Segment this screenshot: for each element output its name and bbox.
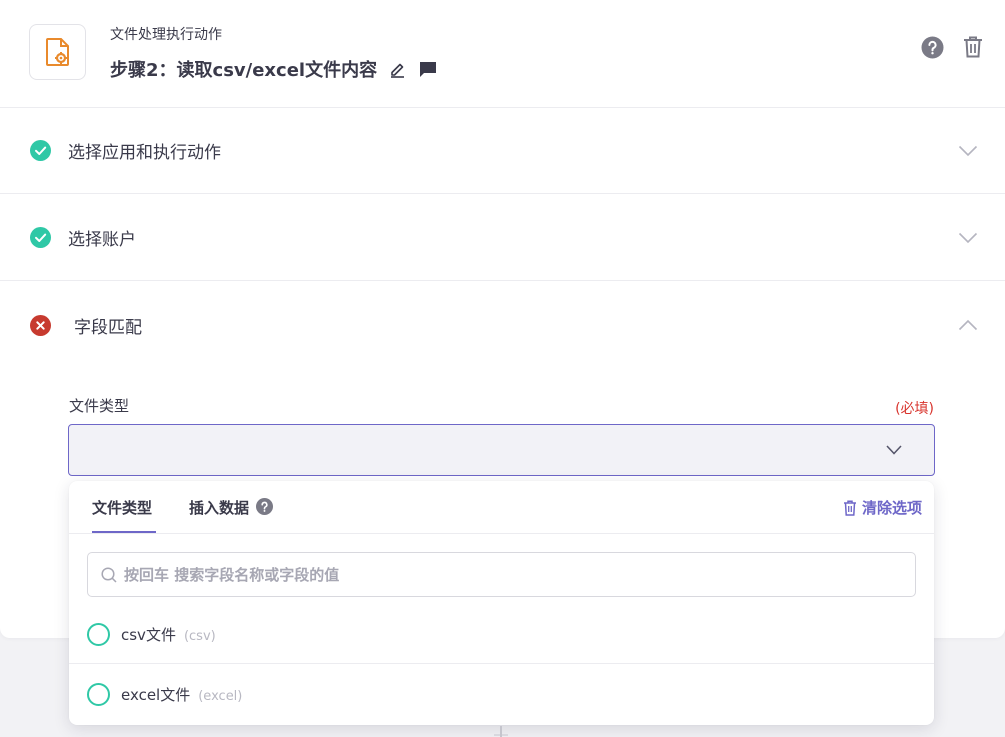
file-type-dropdown: 文件类型 插入数据 清除选项 按回车 搜索字段名称或字段的值 csv文件 (cs…: [69, 481, 934, 725]
step-title-row: 步骤2：读取csv/excel文件内容: [110, 56, 439, 82]
search-input[interactable]: [124, 565, 884, 584]
success-check-icon: [30, 140, 51, 161]
option-excel[interactable]: excel文件 (excel): [69, 665, 934, 723]
option-hint: (excel): [198, 688, 243, 704]
required-mark: (必填): [895, 401, 934, 417]
help-icon[interactable]: [921, 36, 944, 59]
step-title: 步骤2：读取csv/excel文件内容: [110, 60, 378, 81]
chevron-down-icon[interactable]: [958, 232, 978, 244]
chevron-up-icon[interactable]: [958, 319, 978, 331]
step-subtitle: 文件处理执行动作: [110, 27, 222, 43]
tab-insert-data[interactable]: 插入数据: [189, 497, 274, 533]
success-check-icon: [30, 227, 51, 248]
search-field[interactable]: [87, 552, 916, 597]
dropdown-tabs: 文件类型 插入数据 清除选项: [69, 481, 934, 534]
file-type-label: 文件类型: [69, 397, 130, 415]
section-field-mapping[interactable]: 字段匹配: [0, 282, 1005, 368]
section-select-app-action[interactable]: 选择应用和执行动作: [0, 108, 1005, 194]
chevron-down-icon: [886, 445, 902, 455]
tab-label: 插入数据: [189, 499, 250, 517]
edit-icon[interactable]: [386, 58, 408, 80]
comment-icon[interactable]: [417, 58, 439, 80]
file-settings-icon: [29, 24, 86, 80]
section-label: 选择应用和执行动作: [68, 143, 221, 163]
section-label: 选择账户: [68, 230, 136, 250]
option-label: excel文件 (excel): [121, 684, 242, 705]
tab-file-type[interactable]: 文件类型: [92, 497, 157, 533]
file-type-select[interactable]: [68, 424, 935, 476]
option-hint: (csv): [183, 629, 216, 644]
search-icon: [101, 566, 117, 583]
trash-icon: [843, 499, 856, 516]
section-label: 字段匹配: [74, 317, 142, 338]
option-text: excel文件: [121, 685, 191, 704]
option-csv[interactable]: csv文件 (csv): [69, 606, 934, 664]
radio-button[interactable]: [87, 682, 110, 706]
chevron-down-icon[interactable]: [958, 145, 978, 157]
delete-icon[interactable]: [963, 36, 985, 60]
option-text: csv文件: [121, 626, 176, 644]
connector-arrow-icon: [494, 726, 508, 737]
clear-options-button[interactable]: 清除选项: [843, 497, 922, 518]
help-icon[interactable]: [256, 498, 274, 515]
clear-options-label: 清除选项: [861, 499, 922, 517]
step-header: 文件处理执行动作 步骤2：读取csv/excel文件内容: [0, 0, 1005, 108]
error-x-icon: [30, 314, 51, 336]
radio-button[interactable]: [87, 623, 110, 646]
section-select-account[interactable]: 选择账户: [0, 195, 1005, 281]
option-label: csv文件 (csv): [121, 624, 216, 645]
